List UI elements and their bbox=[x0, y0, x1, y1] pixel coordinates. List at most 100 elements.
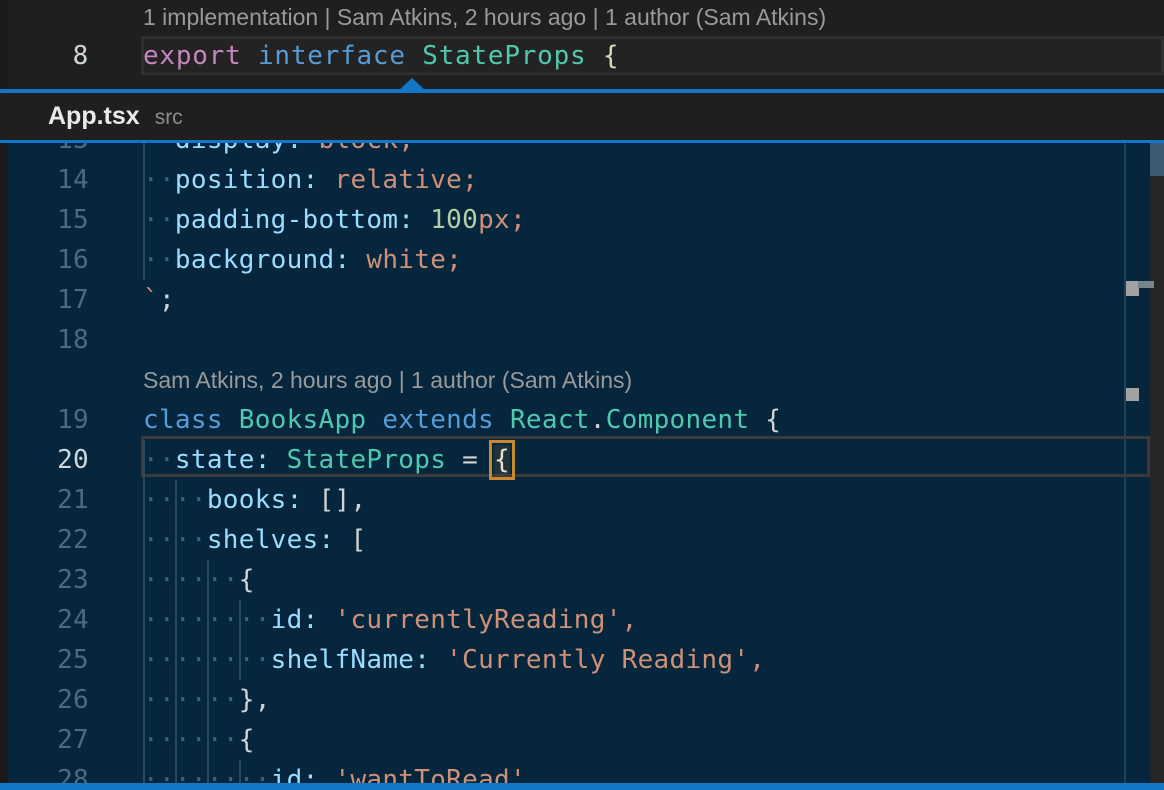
code-text: ······}, bbox=[143, 680, 271, 720]
line-number[interactable]: 27 bbox=[0, 720, 89, 760]
token-plain: { bbox=[239, 725, 255, 755]
whitespace-dots: ········ bbox=[143, 765, 271, 783]
overview-marker[interactable] bbox=[1126, 388, 1139, 401]
whitespace-dots: ·· bbox=[143, 445, 175, 475]
code-row-24[interactable]: 24 ········id: 'currentlyReading', bbox=[0, 600, 1164, 640]
line-number[interactable]: 22 bbox=[0, 520, 89, 560]
line-number[interactable]: 17 bbox=[0, 280, 89, 320]
token-str: px bbox=[478, 205, 510, 235]
peek-code-rows: 13··display: block;14··position: relativ… bbox=[0, 143, 1164, 783]
code-row-19[interactable]: 19 class BooksApp extends React.Component… bbox=[0, 400, 1164, 440]
token-prop: : bbox=[319, 525, 335, 555]
token-prop: : bbox=[303, 765, 319, 783]
code-text: class BooksApp extends React.Component { bbox=[143, 400, 781, 440]
line-number[interactable]: 24 bbox=[0, 600, 89, 640]
code-text: ········id: 'wantToRead' bbox=[143, 760, 526, 783]
overview-marker-bar[interactable] bbox=[1138, 281, 1154, 288]
whitespace-dots: ·· bbox=[143, 205, 175, 235]
token-prop: : bbox=[398, 205, 414, 235]
code-row-22[interactable]: 22 ····shelves: [ bbox=[0, 520, 1164, 560]
line-number[interactable]: 19 bbox=[0, 400, 89, 440]
token-prop: padding-bottom bbox=[175, 205, 398, 235]
token-str: block bbox=[303, 143, 399, 155]
code-row-15[interactable]: 15 ··padding-bottom: 100px; bbox=[0, 200, 1164, 240]
token-prop: : bbox=[303, 605, 319, 635]
code-row-14[interactable]: 14··position: relative; bbox=[0, 160, 1164, 200]
line-number[interactable]: 23 bbox=[0, 560, 89, 600]
code-text: export interface StateProps { bbox=[143, 36, 619, 76]
code-row-21[interactable]: 21····books: [], bbox=[0, 480, 1164, 520]
whitespace-dots: ······ bbox=[143, 565, 239, 595]
code-row-23[interactable]: 23 ······{ bbox=[0, 560, 1164, 600]
code-row-17[interactable]: 17 `; bbox=[0, 280, 1164, 320]
token-plain: = bbox=[446, 445, 494, 475]
token-prop: : bbox=[303, 165, 319, 195]
token-str: white bbox=[350, 245, 446, 275]
whitespace-dots: ········ bbox=[143, 645, 271, 675]
code-text: ······{ bbox=[143, 560, 255, 600]
token-prop: : bbox=[414, 645, 430, 675]
line-number[interactable]: 25 bbox=[0, 640, 89, 680]
scrollbar-slider[interactable] bbox=[1150, 143, 1164, 176]
code-text: ······{ bbox=[143, 720, 255, 760]
code-row-16[interactable]: 16··background: white; bbox=[0, 240, 1164, 280]
token-prop: : bbox=[287, 485, 303, 515]
whitespace-dots: ······ bbox=[143, 685, 239, 715]
code-text: `; bbox=[143, 280, 175, 320]
token-str: ; bbox=[510, 205, 526, 235]
code-row-26[interactable]: 26 ······}, bbox=[0, 680, 1164, 720]
code-text: ····shelves: [ bbox=[143, 520, 366, 560]
token-kw: extends bbox=[366, 405, 494, 435]
token-str: ; bbox=[462, 165, 478, 195]
whitespace-dots: ·· bbox=[143, 143, 175, 155]
code-row-27[interactable]: 27 ······{ bbox=[0, 720, 1164, 760]
code-text: ··padding-bottom: 100px; bbox=[143, 200, 526, 240]
token-type: BooksApp bbox=[223, 405, 367, 435]
peek-editor: 13··display: block;14··position: relativ… bbox=[0, 143, 1164, 783]
whitespace-dots: ·· bbox=[143, 165, 175, 195]
line-number[interactable]: 16 bbox=[0, 240, 89, 280]
line-number[interactable]: 21 bbox=[0, 480, 89, 520]
line-number[interactable]: 15 bbox=[0, 200, 89, 240]
code-row-18[interactable]: 18 bbox=[0, 320, 1164, 360]
line-number[interactable]: 20 bbox=[0, 440, 89, 480]
vscode-editor: 1 implementation | Sam Atkins, 2 hours a… bbox=[0, 0, 1164, 790]
line-number[interactable]: 14 bbox=[0, 160, 89, 200]
code-text: ··display: block; bbox=[143, 143, 414, 160]
peek-title-bar[interactable]: App.tsx src bbox=[0, 93, 1164, 140]
token-kw: interface bbox=[242, 41, 406, 71]
token-type: StateProps bbox=[271, 445, 447, 475]
codelens-implementations-link[interactable]: 1 implementation | Sam Atkins, 2 hours a… bbox=[143, 0, 826, 34]
code-text: ········id: 'currentlyReading', bbox=[143, 600, 638, 640]
token-prop: display bbox=[175, 143, 287, 155]
code-row-28[interactable]: 28 ········id: 'wantToRead' bbox=[0, 760, 1164, 783]
token-str: ; bbox=[398, 143, 414, 155]
line-number[interactable]: 28 bbox=[0, 760, 89, 783]
code-line-8[interactable]: 8 export interface StateProps { bbox=[0, 36, 1164, 76]
line-number[interactable]: 13 bbox=[0, 143, 89, 160]
line-number[interactable]: 18 bbox=[0, 320, 89, 360]
code-row-20[interactable]: 20 ··state: StateProps = { bbox=[0, 440, 1164, 480]
token-str: 'currentlyReading', bbox=[319, 605, 638, 635]
code-row-25[interactable]: 25 ········shelfName: 'Currently Reading'… bbox=[0, 640, 1164, 680]
peek-file-path: src bbox=[155, 106, 183, 129]
token-prop: background bbox=[175, 245, 335, 275]
token-prop: position bbox=[175, 165, 303, 195]
code-row-8[interactable]: 8 export interface StateProps { bbox=[0, 36, 1164, 76]
token-prop: books bbox=[207, 485, 287, 515]
token-str: ` bbox=[143, 285, 159, 315]
token-type: React bbox=[494, 405, 590, 435]
token-plain: ; bbox=[159, 285, 175, 315]
peek-codelens-row[interactable]: Sam Atkins, 2 hours ago | 1 author (Sam … bbox=[0, 360, 1164, 400]
peek-file-name: App.tsx bbox=[48, 102, 140, 130]
token-type: Component bbox=[606, 405, 750, 435]
code-text: ········shelfName: 'Currently Reading', bbox=[143, 640, 765, 680]
line-number[interactable]: 8 bbox=[0, 36, 89, 76]
token-prop: state bbox=[175, 445, 255, 475]
line-number[interactable]: 26 bbox=[0, 680, 89, 720]
codelens-author-link[interactable]: Sam Atkins, 2 hours ago | 1 author (Sam … bbox=[143, 360, 632, 400]
token-prop: : bbox=[334, 245, 350, 275]
code-text: ··state: StateProps = { bbox=[143, 440, 510, 480]
whitespace-dots: ······ bbox=[143, 725, 239, 755]
code-row-13[interactable]: 13 ··display: block; bbox=[0, 143, 1164, 160]
